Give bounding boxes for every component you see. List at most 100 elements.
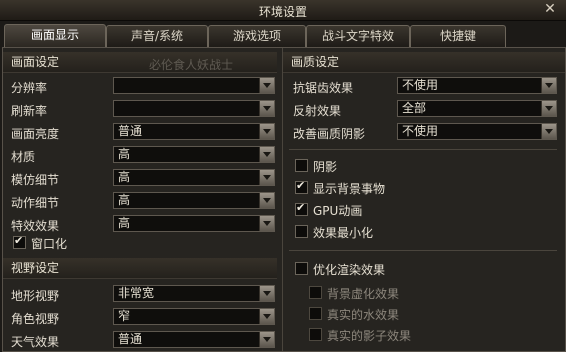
realistic-shadow-label: 真实的影子效果: [327, 329, 412, 343]
setting-row-shadow-quality: 改善画质阴影 不使用: [293, 122, 563, 142]
tab-hotkeys[interactable]: 快捷键: [410, 25, 506, 47]
checkbox-box[interactable]: [295, 179, 308, 194]
title-bar: 环境设置 ✕: [0, 0, 566, 21]
reflection-select[interactable]: 全部: [397, 100, 557, 117]
setting-row-special-effects: 特效效果 高: [11, 214, 276, 234]
dropdown-arrow-icon[interactable]: [259, 193, 274, 208]
checkbox-box[interactable]: [309, 286, 322, 299]
dropdown-arrow-icon[interactable]: [259, 78, 274, 93]
divider: [289, 149, 557, 150]
dropdown-arrow-icon[interactable]: [259, 216, 274, 231]
checkbox-box[interactable]: [309, 307, 322, 320]
weather-label: 天气效果: [11, 335, 60, 349]
setting-row-model-detail: 模仿细节 高: [11, 168, 276, 188]
antialiasing-select[interactable]: 不使用: [397, 77, 557, 94]
checkbox-box[interactable]: [309, 328, 322, 341]
antialiasing-value: 不使用: [402, 78, 439, 92]
brightness-select[interactable]: 普通: [113, 123, 275, 140]
dropdown-arrow-icon[interactable]: [259, 332, 274, 347]
dropdown-arrow-icon[interactable]: [259, 101, 274, 116]
minimize-effects-checkbox[interactable]: 效果最小化: [295, 223, 495, 241]
background-watermark: 必伦食人妖战士: [149, 58, 234, 72]
terrain-view-value: 非常宽: [118, 286, 155, 300]
character-view-value: 窄: [118, 309, 131, 323]
setting-row-texture: 材质 高: [11, 145, 276, 165]
weather-select[interactable]: 普通: [113, 331, 275, 348]
resolution-select[interactable]: [113, 77, 275, 94]
shadow-label: 阴影: [313, 160, 338, 174]
tab-display[interactable]: 画面显示: [4, 24, 106, 48]
dropdown-arrow-icon[interactable]: [541, 78, 556, 93]
realistic-water-label: 真实的水效果: [327, 308, 400, 322]
tab-game-options[interactable]: 游戏选项: [208, 25, 306, 47]
terrain-view-label: 地形视野: [11, 289, 60, 303]
animation-detail-select[interactable]: 高: [113, 192, 275, 209]
settings-panel: 画面设定 必伦食人妖战士 分辨率 刷新率 画面亮度 普通 材质 高 模仿细节 高…: [2, 47, 566, 352]
setting-row-reflection: 反射效果 全部: [293, 99, 563, 119]
checkbox-box[interactable]: [295, 201, 308, 216]
gpu-animation-checkbox[interactable]: GPU动画: [295, 201, 495, 219]
animation-detail-label: 动作细节: [11, 196, 60, 210]
gpu-animation-label: GPU动画: [313, 204, 363, 218]
character-view-label: 角色视野: [11, 312, 60, 326]
checkbox-box[interactable]: [295, 225, 308, 238]
close-icon[interactable]: ✕: [542, 1, 558, 17]
dropdown-arrow-icon[interactable]: [259, 147, 274, 162]
model-detail-value: 高: [118, 170, 131, 184]
terrain-view-select[interactable]: 非常宽: [113, 285, 275, 302]
texture-select[interactable]: 高: [113, 146, 275, 163]
shadow-quality-value: 不使用: [402, 124, 439, 138]
windowed-label: 窗口化: [31, 237, 68, 251]
resolution-label: 分辨率: [11, 81, 48, 95]
divider: [289, 250, 557, 251]
setting-row-weather: 天气效果 普通: [11, 330, 276, 350]
window-title: 环境设置: [258, 5, 307, 19]
checkbox-box[interactable]: [295, 262, 308, 275]
setting-row-terrain-view: 地形视野 非常宽: [11, 284, 276, 304]
setting-row-antialiasing: 抗锯齿效果 不使用: [293, 76, 563, 96]
setting-row-refresh-rate: 刷新率: [11, 99, 276, 119]
dropdown-arrow-icon[interactable]: [259, 124, 274, 139]
reflection-value: 全部: [402, 101, 427, 115]
dropdown-arrow-icon[interactable]: [541, 124, 556, 139]
optimize-rendering-checkbox[interactable]: 优化渲染效果: [295, 260, 495, 278]
background-blur-checkbox[interactable]: 背景虚化效果: [309, 284, 509, 302]
background-blur-label: 背景虚化效果: [327, 287, 400, 301]
refresh-rate-label: 刷新率: [11, 104, 48, 118]
windowed-checkbox[interactable]: 窗口化: [13, 234, 133, 252]
setting-row-character-view: 角色视野 窄: [11, 307, 276, 327]
dropdown-arrow-icon[interactable]: [259, 170, 274, 185]
character-view-select[interactable]: 窄: [113, 308, 275, 325]
show-background-objects-checkbox[interactable]: 显示背景事物: [295, 179, 495, 197]
special-effects-value: 高: [118, 216, 131, 230]
checkbox-box[interactable]: [13, 234, 26, 249]
texture-value: 高: [118, 147, 131, 161]
shadow-quality-select[interactable]: 不使用: [397, 123, 557, 140]
realistic-water-checkbox[interactable]: 真实的水效果: [309, 305, 509, 323]
refresh-rate-select[interactable]: [113, 100, 275, 117]
setting-row-brightness: 画面亮度 普通: [11, 122, 276, 142]
tab-combat-text-effects[interactable]: 战斗文字特效: [306, 25, 410, 47]
setting-row-resolution: 分辨率: [11, 76, 276, 96]
model-detail-select[interactable]: 高: [113, 169, 275, 186]
antialiasing-label: 抗锯齿效果: [293, 81, 354, 95]
checkbox-box[interactable]: [295, 159, 308, 172]
special-effects-select[interactable]: 高: [113, 215, 275, 232]
left-column: 画面设定 必伦食人妖战士 分辨率 刷新率 画面亮度 普通 材质 高 模仿细节 高…: [3, 48, 277, 351]
dropdown-arrow-icon[interactable]: [541, 101, 556, 116]
shadow-checkbox[interactable]: 阴影: [295, 157, 495, 175]
reflection-label: 反射效果: [293, 104, 342, 118]
right-column: 画质设定 抗锯齿效果 不使用 反射效果 全部 改善画质阴影 不使用 阴影 ✔ 显…: [282, 48, 566, 351]
brightness-label: 画面亮度: [11, 127, 60, 141]
realistic-shadow-checkbox[interactable]: 真实的影子效果: [309, 326, 509, 344]
brightness-value: 普通: [118, 124, 143, 138]
screen-settings-title: 画面设定: [11, 55, 60, 69]
screen-settings-header: 画面设定: [3, 52, 277, 73]
tab-sound-system[interactable]: 声音/系统: [106, 25, 208, 47]
quality-settings-title: 画质设定: [291, 55, 340, 69]
dropdown-arrow-icon[interactable]: [259, 309, 274, 324]
setting-row-animation-detail: 动作细节 高: [11, 191, 276, 211]
weather-value: 普通: [118, 332, 143, 346]
dropdown-arrow-icon[interactable]: [259, 286, 274, 301]
texture-label: 材质: [11, 150, 36, 164]
